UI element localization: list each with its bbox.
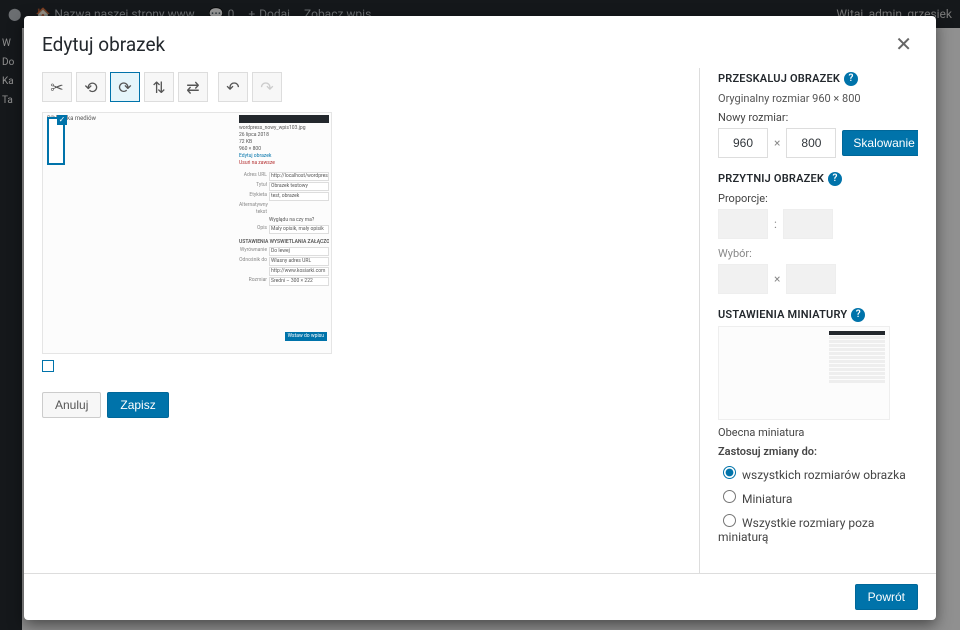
help-icon[interactable]: ?: [844, 72, 858, 86]
back-button[interactable]: Powrót: [855, 584, 918, 610]
apply-to-radios: wszystkich rozmiarów obrazka Miniatura W…: [718, 463, 918, 544]
help-icon[interactable]: ?: [828, 172, 842, 186]
image-tools-toolbar: ✂ ⟲ ⟳ ⇅ ⇄ ↶ ↷: [42, 72, 699, 102]
times-icon: ×: [774, 136, 780, 150]
apply-all-option[interactable]: wszystkich rozmiarów obrazka: [718, 463, 918, 482]
current-thumb-label: Obecna miniatura: [718, 426, 918, 439]
flip-horizontal-icon[interactable]: ⇄: [178, 72, 208, 102]
resize-handle[interactable]: [42, 360, 54, 372]
scale-heading: PRZESKALUJ OBRAZEK?: [718, 72, 918, 86]
modal-title: Edytuj obrazek: [42, 33, 165, 56]
image-preview[interactable]: Biblioteka mediów ✓ wordpress_nowy_wpis1…: [42, 112, 332, 354]
check-icon: ✓: [57, 115, 67, 125]
scale-height-input[interactable]: [786, 128, 836, 158]
close-icon[interactable]: ✕: [889, 30, 918, 58]
scale-width-input[interactable]: [718, 128, 768, 158]
scale-button[interactable]: Skalowanie: [842, 130, 918, 156]
editor-sidebar: PRZESKALUJ OBRAZEK? Oryginalny rozmiar 9…: [699, 68, 918, 573]
image-editor-modal: Edytuj obrazek ✕ ✂ ⟲ ⟳ ⇅ ⇄ ↶ ↷ Bibliotek…: [24, 16, 936, 620]
original-size: Oryginalny rozmiar 960 × 800: [718, 92, 918, 105]
crop-icon[interactable]: ✂: [42, 72, 72, 102]
undo-icon[interactable]: ↶: [218, 72, 248, 102]
apply-label: Zastosuj zmiany do:: [718, 445, 918, 458]
redo-icon[interactable]: ↷: [252, 72, 282, 102]
crop-heading: PRZYTNIJ OBRAZEK?: [718, 172, 918, 186]
thumbnail-preview: [718, 326, 890, 420]
aspect-y-input[interactable]: [783, 209, 833, 239]
aspect-x-input[interactable]: [718, 209, 768, 239]
aspect-label: Proporcje:: [718, 192, 918, 205]
rotate-left-icon[interactable]: ⟲: [76, 72, 106, 102]
save-button[interactable]: Zapisz: [107, 392, 168, 418]
help-icon[interactable]: ?: [851, 308, 865, 322]
new-size-label: Nowy rozmiar:: [718, 111, 918, 124]
sel-width-input[interactable]: [718, 264, 768, 294]
selection-label: Wybór:: [718, 247, 918, 260]
attachment-details: wordpress_nowy_wpis103.jpg 26 lipca 2018…: [239, 115, 329, 343]
sel-height-input[interactable]: [786, 264, 836, 294]
rotate-right-icon[interactable]: ⟳: [110, 72, 140, 102]
cancel-button[interactable]: Anuluj: [42, 392, 101, 418]
apply-thumb-option[interactable]: Miniatura: [718, 487, 918, 506]
thumb-heading: USTAWIENIA MINIATURY?: [718, 308, 918, 322]
apply-except-option[interactable]: Wszystkie rozmiary poza miniaturą: [718, 511, 918, 544]
flip-vertical-icon[interactable]: ⇅: [144, 72, 174, 102]
